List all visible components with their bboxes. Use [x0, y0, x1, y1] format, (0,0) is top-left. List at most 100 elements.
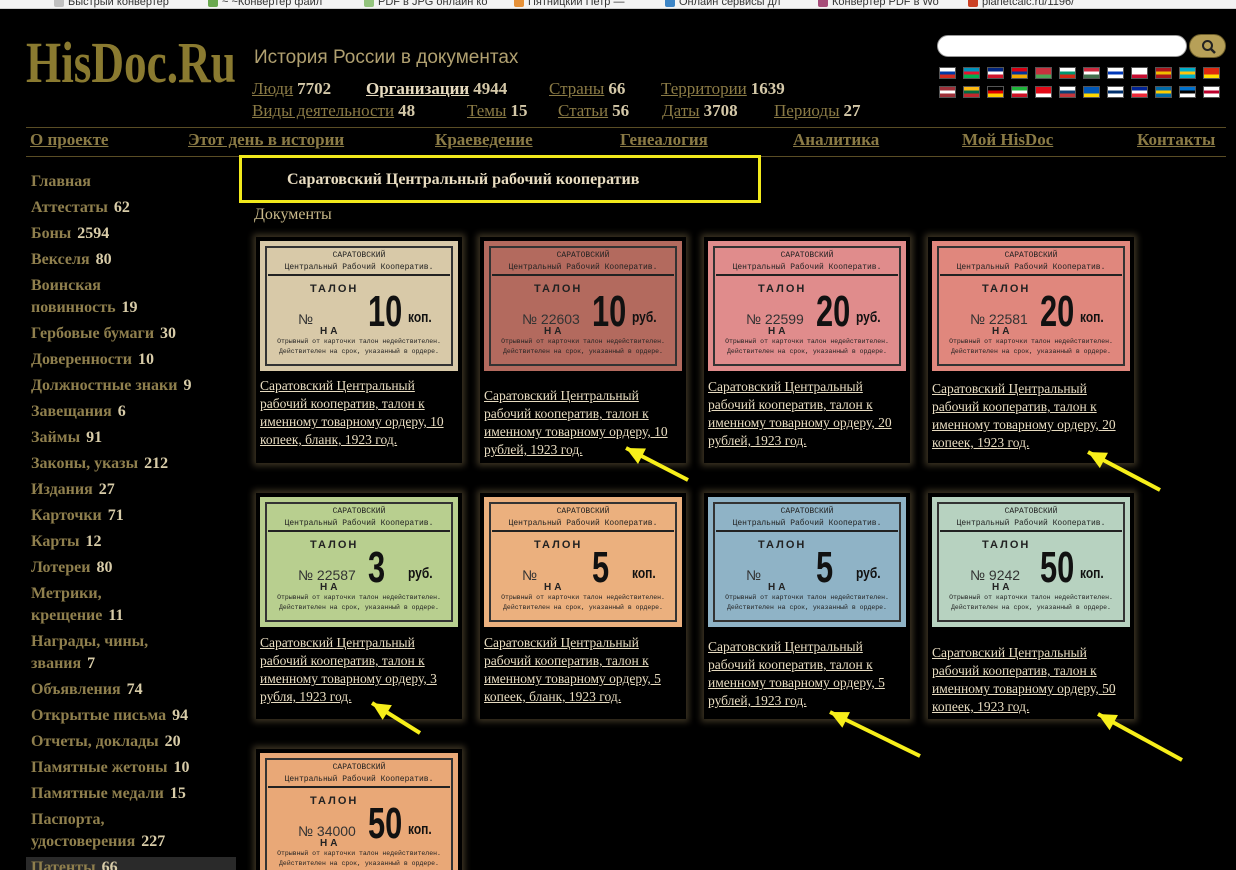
- document-caption-link[interactable]: Саратовский Центральный рабочий кооперат…: [260, 634, 458, 706]
- document-thumbnail[interactable]: САРАТОВСКИЙ Центральный Рабочий Кооперати…: [260, 241, 458, 371]
- bookmark-item[interactable]: ~ ~Конвертер файл: [208, 0, 322, 8]
- language-flag-icon[interactable]: [1203, 86, 1220, 98]
- sidebar-item[interactable]: удостоверения 227: [31, 831, 165, 853]
- document-caption-link[interactable]: Саратовский Центральный рабочий кооперат…: [932, 380, 1130, 452]
- stat-item[interactable]: Организации 4944: [366, 78, 507, 100]
- language-flag-icon[interactable]: [1035, 86, 1052, 98]
- sidebar-item[interactable]: Воинская: [31, 275, 101, 297]
- sidebar-item[interactable]: Памятные жетоны 10: [31, 757, 190, 779]
- language-flag-icon[interactable]: [1107, 86, 1124, 98]
- sidebar-item[interactable]: Боны 2594: [31, 223, 109, 245]
- nav-link[interactable]: Мой HisDoc: [962, 130, 1053, 150]
- sidebar-item[interactable]: Паспорта,: [31, 809, 105, 831]
- language-flag-icon[interactable]: [1059, 67, 1076, 79]
- document-card[interactable]: САРАТОВСКИЙ Центральный Рабочий Кооперати…: [480, 237, 686, 463]
- language-flag-icon[interactable]: [1083, 86, 1100, 98]
- document-thumbnail[interactable]: САРАТОВСКИЙ Центральный Рабочий Кооперати…: [708, 241, 906, 371]
- document-thumbnail[interactable]: САРАТОВСКИЙ Центральный Рабочий Кооперати…: [484, 241, 682, 371]
- document-caption-link[interactable]: Саратовский Центральный рабочий кооперат…: [260, 377, 458, 449]
- document-card[interactable]: САРАТОВСКИЙ Центральный Рабочий Кооперати…: [928, 237, 1134, 463]
- nav-link[interactable]: Аналитика: [793, 130, 879, 150]
- nav-link[interactable]: Краеведение: [435, 130, 533, 150]
- document-caption-link[interactable]: Саратовский Центральный рабочий кооперат…: [708, 378, 906, 450]
- document-thumbnail[interactable]: САРАТОВСКИЙ Центральный Рабочий Кооперати…: [484, 497, 682, 627]
- stat-label[interactable]: Люди: [252, 79, 293, 98]
- language-flag-icon[interactable]: [1203, 67, 1220, 79]
- language-flag-icon[interactable]: [1011, 86, 1028, 98]
- language-flag-icon[interactable]: [939, 86, 956, 98]
- stat-label[interactable]: Статьи: [558, 101, 608, 120]
- language-flag-icon[interactable]: [1179, 86, 1196, 98]
- language-flag-icon[interactable]: [939, 67, 956, 79]
- sidebar-item[interactable]: Займы 91: [31, 427, 102, 449]
- bookmark-item[interactable]: PDF в JPG онлайн ко: [364, 0, 487, 8]
- document-thumbnail[interactable]: САРАТОВСКИЙ Центральный Рабочий Кооперати…: [932, 241, 1130, 371]
- document-card[interactable]: САРАТОВСКИЙ Центральный Рабочий Кооперати…: [256, 493, 462, 719]
- sidebar-item[interactable]: Должностные знаки 9: [31, 375, 191, 397]
- sidebar-item[interactable]: звания 7: [31, 653, 95, 675]
- nav-link[interactable]: О проекте: [30, 130, 108, 150]
- document-card[interactable]: САРАТОВСКИЙ Центральный Рабочий Кооперати…: [256, 749, 462, 870]
- bookmark-item[interactable]: planetcalc.ru/1196/: [968, 0, 1074, 8]
- stat-label[interactable]: Организации: [366, 79, 469, 98]
- bookmark-item[interactable]: Пятницкий Петр —: [514, 0, 624, 8]
- sidebar-item[interactable]: Главная: [31, 171, 91, 193]
- stat-item[interactable]: Территории 1639: [661, 78, 785, 100]
- language-flag-icon[interactable]: [1083, 67, 1100, 79]
- sidebar-item[interactable]: Векселя 80: [31, 249, 112, 271]
- document-card[interactable]: САРАТОВСКИЙ Центральный Рабочий Кооперати…: [704, 493, 910, 719]
- stat-label[interactable]: Виды деятельности: [252, 101, 394, 120]
- nav-link[interactable]: Контакты: [1137, 130, 1215, 150]
- stat-item[interactable]: Темы 15: [467, 100, 527, 122]
- bookmark-item[interactable]: Конвертер PDF в Wo: [818, 0, 939, 8]
- language-flag-icon[interactable]: [1155, 67, 1172, 79]
- language-flag-icon[interactable]: [1131, 86, 1148, 98]
- language-flag-icon[interactable]: [1107, 67, 1124, 79]
- stat-label[interactable]: Даты: [662, 101, 700, 120]
- language-flag-icon[interactable]: [1155, 86, 1172, 98]
- sidebar-item[interactable]: Гербовые бумаги 30: [31, 323, 176, 345]
- search-button[interactable]: [1189, 34, 1226, 58]
- document-card[interactable]: САРАТОВСКИЙ Центральный Рабочий Кооперати…: [928, 493, 1134, 719]
- language-flag-icon[interactable]: [1059, 86, 1076, 98]
- stat-label[interactable]: Периоды: [774, 101, 840, 120]
- language-flag-icon[interactable]: [963, 67, 980, 79]
- document-caption-link[interactable]: Саратовский Центральный рабочий кооперат…: [708, 638, 906, 710]
- sidebar-item[interactable]: Метрики,: [31, 583, 102, 605]
- document-caption-link[interactable]: Саратовский Центральный рабочий кооперат…: [484, 387, 682, 459]
- sidebar-item[interactable]: Объявления 74: [31, 679, 143, 701]
- stat-label[interactable]: Страны: [549, 79, 604, 98]
- nav-link[interactable]: Генеалогия: [620, 130, 708, 150]
- document-thumbnail[interactable]: САРАТОВСКИЙ Центральный Рабочий Кооперати…: [708, 497, 906, 627]
- sidebar-item[interactable]: Издания 27: [31, 479, 115, 501]
- sidebar-item[interactable]: Завещания 6: [31, 401, 126, 423]
- language-flag-icon[interactable]: [987, 67, 1004, 79]
- sidebar-item[interactable]: Доверенности 10: [31, 349, 154, 371]
- document-caption-link[interactable]: Саратовский Центральный рабочий кооперат…: [932, 644, 1130, 716]
- document-thumbnail[interactable]: САРАТОВСКИЙ Центральный Рабочий Кооперати…: [260, 753, 458, 870]
- sidebar-item[interactable]: Законы, указы 212: [31, 453, 168, 475]
- search-input[interactable]: [937, 35, 1187, 57]
- stat-item[interactable]: Даты 3708: [662, 100, 738, 122]
- document-thumbnail[interactable]: САРАТОВСКИЙ Центральный Рабочий Кооперати…: [260, 497, 458, 627]
- stat-item[interactable]: Люди 7702: [252, 78, 331, 100]
- sidebar-item[interactable]: Памятные медали 15: [31, 783, 186, 805]
- document-caption-link[interactable]: Саратовский Центральный рабочий кооперат…: [484, 634, 682, 706]
- stat-item[interactable]: Виды деятельности 48: [252, 100, 415, 122]
- document-card[interactable]: САРАТОВСКИЙ Центральный Рабочий Кооперати…: [704, 237, 910, 463]
- sidebar-item[interactable]: Карточки 71: [31, 505, 124, 527]
- sidebar-item[interactable]: Патенты 66: [26, 857, 236, 870]
- language-flag-icon[interactable]: [963, 86, 980, 98]
- language-flag-icon[interactable]: [987, 86, 1004, 98]
- sidebar-item[interactable]: Открытые письма 94: [31, 705, 188, 727]
- document-card[interactable]: САРАТОВСКИЙ Центральный Рабочий Кооперати…: [256, 237, 462, 463]
- language-flag-icon[interactable]: [1011, 67, 1028, 79]
- sidebar-item[interactable]: Награды, чины,: [31, 631, 148, 653]
- bookmark-item[interactable]: Онлайн сервисы дл: [665, 0, 780, 8]
- site-logo[interactable]: HisDoc.Ru: [26, 28, 236, 98]
- language-flag-icon[interactable]: [1179, 67, 1196, 79]
- sidebar-item[interactable]: крещение 11: [31, 605, 124, 627]
- sidebar-item[interactable]: Отчеты, доклады 20: [31, 731, 181, 753]
- bookmark-item[interactable]: Быстрый конвертер: [54, 0, 169, 8]
- sidebar-item[interactable]: Аттестаты 62: [31, 197, 130, 219]
